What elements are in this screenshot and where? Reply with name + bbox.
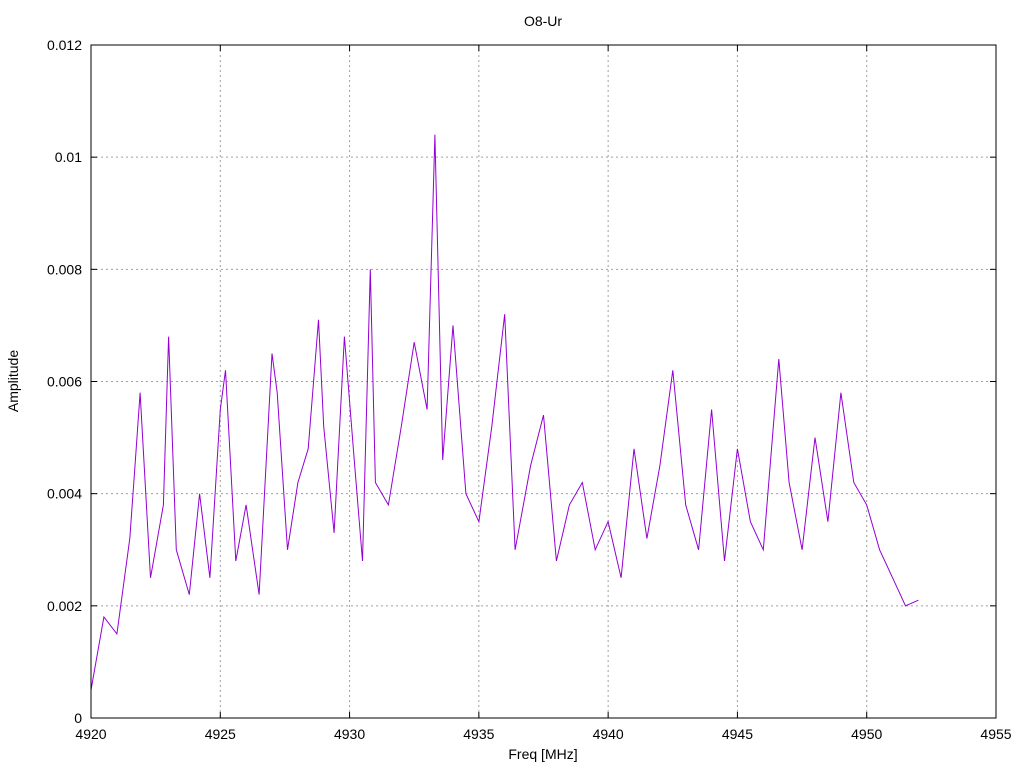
x-tick-label: 4935 [463,726,494,742]
x-axis-label: Freq [MHz] [508,746,577,762]
x-tick-label: 4930 [334,726,365,742]
grid-lines [91,45,996,718]
amplitude-frequency-chart: O8-Ur 4920 4925 4930 4935 4940 4945 4950 4955 0… [5,13,1012,762]
chart-title: O8-Ur [524,13,562,29]
y-tick-label: 0.004 [47,486,82,502]
amplitude-series-line [90,134,919,691]
x-tick-label: 4945 [722,726,753,742]
x-tick-label: 4940 [593,726,624,742]
y-tick-label: 0.01 [55,149,82,165]
y-axis-label: Amplitude [5,350,21,412]
x-tick-labels: 4920 4925 4930 4935 4940 4945 4950 4955 [75,726,1011,742]
x-tick-label: 4950 [851,726,882,742]
y-tick-label: 0.008 [47,261,82,277]
y-tick-label: 0.006 [47,374,82,390]
x-tick-label: 4920 [75,726,106,742]
y-tick-labels: 0 0.002 0.004 0.006 0.008 0.01 0.012 [47,37,82,726]
x-tick-label: 4955 [980,726,1011,742]
y-tick-label: 0.002 [47,598,82,614]
y-tick-label: 0 [74,710,82,726]
x-tick-label: 4925 [205,726,236,742]
y-tick-label: 0.012 [47,37,82,53]
